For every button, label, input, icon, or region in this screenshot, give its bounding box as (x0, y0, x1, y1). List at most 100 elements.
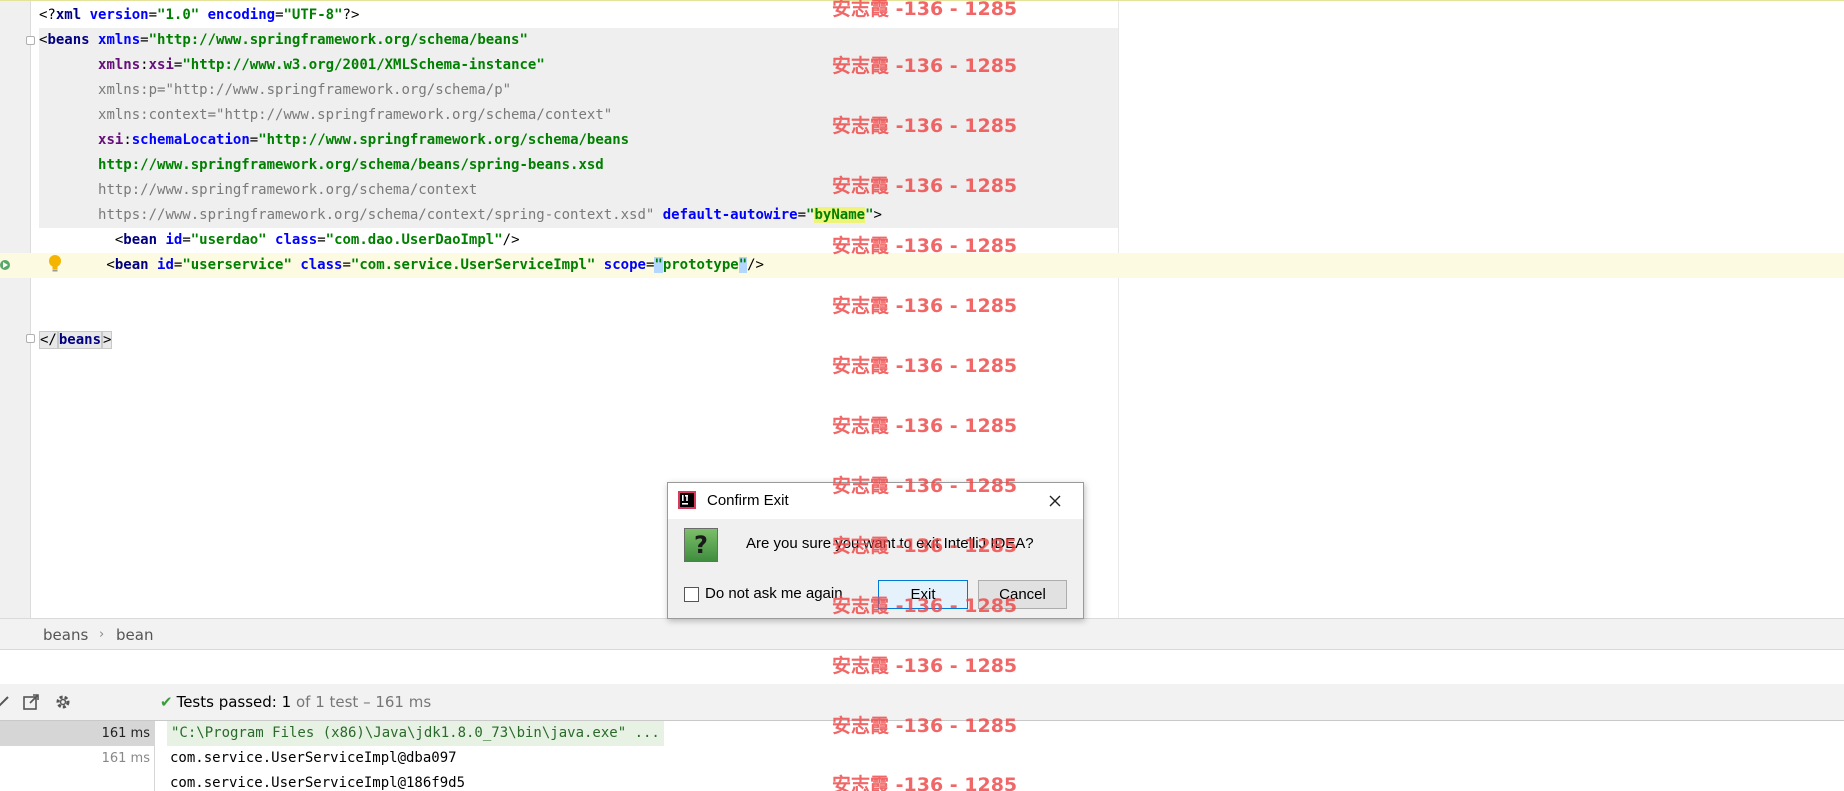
check-icon: ✔ (160, 693, 173, 711)
code-line[interactable]: <bean id="userdao" class="com.dao.UserDa… (0, 228, 1844, 253)
code-token: = (275, 7, 284, 23)
code-token: "com.dao.UserDaoImpl" (325, 232, 503, 248)
code-token: "userdao" (190, 232, 267, 248)
code-token: class (300, 257, 343, 273)
code-line-text[interactable]: xmlns:context="http://www.springframewor… (39, 103, 612, 128)
fold-marker-icon[interactable] (26, 36, 35, 45)
code-token: schemaLocation (131, 132, 250, 148)
breadcrumb-separator: › (99, 627, 105, 642)
code-token: > (102, 331, 113, 349)
code-token: = (140, 32, 149, 48)
code-token: "http://www.springframework.org/schema/c… (216, 107, 613, 123)
code-token: scope (603, 257, 646, 273)
tests-status-detail: of 1 test – 161 ms (295, 693, 432, 711)
dialog-title: Confirm Exit (707, 492, 789, 509)
code-token: xmlns (98, 57, 141, 73)
code-token: : (123, 132, 132, 148)
run-gutter-icon[interactable] (0, 258, 14, 272)
code-line-text[interactable]: <bean id="userdao" class="com.dao.UserDa… (39, 228, 520, 253)
code-token: beans (47, 32, 99, 48)
code-line-text[interactable]: </beans > (39, 328, 113, 353)
code-token: bean (114, 257, 158, 273)
code-token: = (148, 7, 158, 23)
watermark-text: 安志霞 -136 - 1285 (832, 655, 1018, 677)
run-console-panel[interactable]: 161 ms 161 ms "C:\Program Files (x86)\Ja… (0, 720, 1844, 791)
exit-button[interactable]: Exit (878, 580, 968, 609)
code-line-text[interactable]: xsi:schemaLocation="http://www.springfra… (39, 128, 629, 153)
test-timing[interactable]: 161 ms (0, 721, 154, 746)
code-line[interactable]: http://www.springframework.org/schema/co… (0, 178, 1844, 203)
intellij-app-icon (678, 491, 696, 509)
tests-status: ✔ Tests passed: 1 of 1 test – 161 ms (160, 684, 431, 720)
code-token: "http://www.springframework.org/schema/p… (165, 82, 512, 98)
code-line[interactable]: xsi:schemaLocation="http://www.springfra… (0, 128, 1844, 153)
lightbulb-icon[interactable] (48, 254, 62, 274)
code-token: default-autowire (662, 207, 798, 223)
code-token: = (317, 232, 326, 248)
gear-icon[interactable] (54, 693, 72, 711)
console-line: com.service.UserServiceImpl@186f9d5 (170, 775, 466, 791)
code-token: = (249, 132, 259, 148)
code-line[interactable]: <bean id="userservice" class="com.servic… (0, 253, 1844, 278)
do-not-ask-label[interactable]: Do not ask me again (705, 582, 843, 606)
code-token: /> (747, 257, 764, 273)
fold-marker-icon[interactable] (26, 334, 35, 343)
code-token: version (89, 7, 149, 23)
code-line-text[interactable]: xmlns:xsi="http://www.w3.org/2001/XMLSch… (39, 53, 545, 78)
code-line[interactable]: xmlns:p="http://www.springframework.org/… (0, 78, 1844, 103)
code-token: byName (814, 207, 866, 223)
code-token: id (165, 232, 183, 248)
code-line[interactable]: <?xml version="1.0" encoding="UTF-8"?> (0, 3, 1844, 28)
code-token: id (157, 257, 174, 273)
code-line[interactable] (0, 303, 1844, 328)
code-line[interactable]: <beans xmlns="http://www.springframework… (0, 28, 1844, 53)
code-line-text[interactable]: <?xml version="1.0" encoding="UTF-8"?> (39, 3, 359, 28)
tests-status-label: Tests passed: (176, 693, 277, 711)
code-token: : (140, 57, 149, 73)
code-token: "http://www.springframework.org/schema/b… (148, 32, 528, 48)
code-token: http://www.springframework.org/schema/co… (98, 182, 478, 198)
code-line[interactable]: </beans > (0, 328, 1844, 353)
dialog-titlebar[interactable]: Confirm Exit (668, 483, 1083, 519)
code-token: " (654, 257, 663, 273)
code-line[interactable]: xmlns:context="http://www.springframewor… (0, 103, 1844, 128)
code-token: bean (123, 232, 166, 248)
breadcrumb-item-bean[interactable]: bean (116, 619, 153, 651)
code-line-text[interactable]: http://www.springframework.org/schema/be… (39, 153, 604, 178)
code-token: = (182, 232, 191, 248)
code-line-text[interactable]: http://www.springframework.org/schema/co… (39, 178, 477, 203)
code-token: "http://www.w3.org/2001/XMLSchema-instan… (182, 57, 545, 73)
code-line-text[interactable]: xmlns:p="http://www.springframework.org/… (39, 78, 511, 103)
code-line[interactable] (0, 278, 1844, 303)
code-line[interactable]: https://www.springframework.org/schema/c… (0, 203, 1844, 228)
code-line[interactable]: http://www.springframework.org/schema/be… (0, 153, 1844, 178)
test-timing[interactable]: 161 ms (0, 746, 154, 771)
code-token: xml (55, 7, 90, 23)
code-token: "1.0" (157, 7, 200, 23)
code-line-text[interactable]: <beans xmlns="http://www.springframework… (39, 28, 528, 53)
collapse-icon[interactable] (0, 693, 12, 711)
console-line: "C:\Program Files (x86)\Java\jdk1.8.0_73… (167, 721, 664, 746)
test-tree[interactable]: 161 ms 161 ms (0, 721, 155, 791)
code-token: < (39, 232, 124, 248)
code-line-text[interactable]: <bean id="userservice" class="com.servic… (39, 253, 764, 278)
cancel-button[interactable]: Cancel (978, 580, 1067, 609)
breadcrumb-item-beans[interactable]: beans (43, 619, 88, 651)
code-line-text[interactable]: https://www.springframework.org/schema/c… (39, 203, 882, 228)
export-icon[interactable] (22, 693, 40, 711)
code-line[interactable]: xmlns:xsi="http://www.w3.org/2001/XMLSch… (0, 53, 1844, 78)
code-token: = (207, 107, 217, 123)
code-token: /> (502, 232, 520, 248)
do-not-ask-checkbox[interactable] (684, 587, 699, 602)
confirm-exit-dialog: Confirm Exit ? Are you sure you want to … (667, 482, 1084, 619)
code-token: " (738, 257, 748, 273)
close-icon[interactable] (1045, 491, 1065, 511)
breadcrumb: beans › bean (0, 618, 1844, 650)
code-token: http://www.springframework.org/schema/be… (98, 157, 604, 173)
